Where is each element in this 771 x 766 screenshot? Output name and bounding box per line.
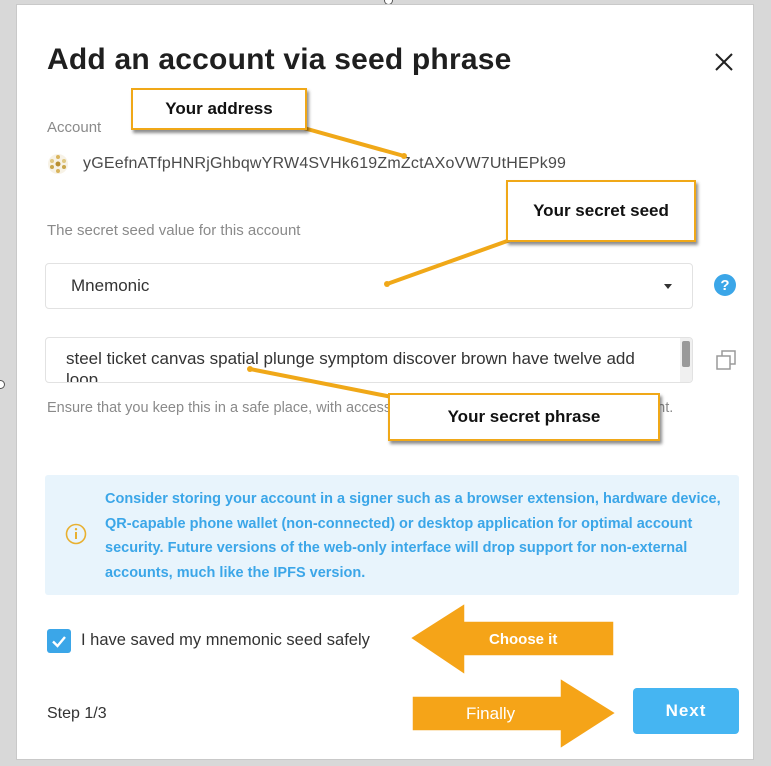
seed-type-value: Mnemonic — [71, 276, 150, 295]
copy-icon[interactable] — [715, 349, 737, 371]
account-address-row: yGEefnATfpHNRjGhbqwYRW4SVHk619ZmZctAXoVW… — [47, 153, 566, 175]
add-account-modal: Add an account via seed phrase Account y… — [16, 4, 754, 760]
info-text: Consider storing your account in a signe… — [105, 491, 721, 581]
address-callout: Your address — [131, 88, 307, 130]
seed-label: The secret seed value for this account — [47, 222, 301, 239]
account-label: Account — [47, 119, 102, 136]
checkmark-icon — [52, 636, 66, 648]
phrase-callout: Your secret phrase — [388, 393, 660, 441]
selection-handle-left[interactable] — [0, 380, 5, 389]
saved-seed-checkbox[interactable] — [47, 629, 71, 653]
seed-type-dropdown[interactable]: Mnemonic — [45, 263, 693, 309]
modal-title: Add an account via seed phrase — [47, 43, 512, 76]
seed-phrase-text: steel ticket canvas spatial plunge sympt… — [66, 349, 635, 383]
seed-phrase-textarea[interactable]: steel ticket canvas spatial plunge sympt… — [45, 337, 693, 383]
seed-callout: Your secret seed — [506, 180, 696, 242]
close-icon[interactable] — [711, 49, 737, 75]
step-indicator: Step 1/3 — [47, 705, 107, 722]
next-button[interactable]: Next — [633, 688, 739, 734]
info-icon — [65, 523, 87, 545]
caret-down-icon — [664, 284, 672, 289]
finally-arrow-label: Finally — [466, 704, 516, 723]
seed-scrollbar[interactable] — [680, 338, 692, 382]
saved-seed-label[interactable]: I have saved my mnemonic seed safely — [81, 631, 370, 650]
info-box: Consider storing your account in a signe… — [45, 475, 739, 595]
help-icon[interactable]: ? — [714, 274, 736, 296]
account-address: yGEefnATfpHNRjGhbqwYRW4SVHk619ZmZctAXoVW… — [83, 155, 567, 172]
identicon-icon — [48, 154, 68, 174]
seed-scrollbar-thumb[interactable] — [682, 341, 690, 367]
choose-arrow-label: Choose it — [489, 631, 558, 648]
